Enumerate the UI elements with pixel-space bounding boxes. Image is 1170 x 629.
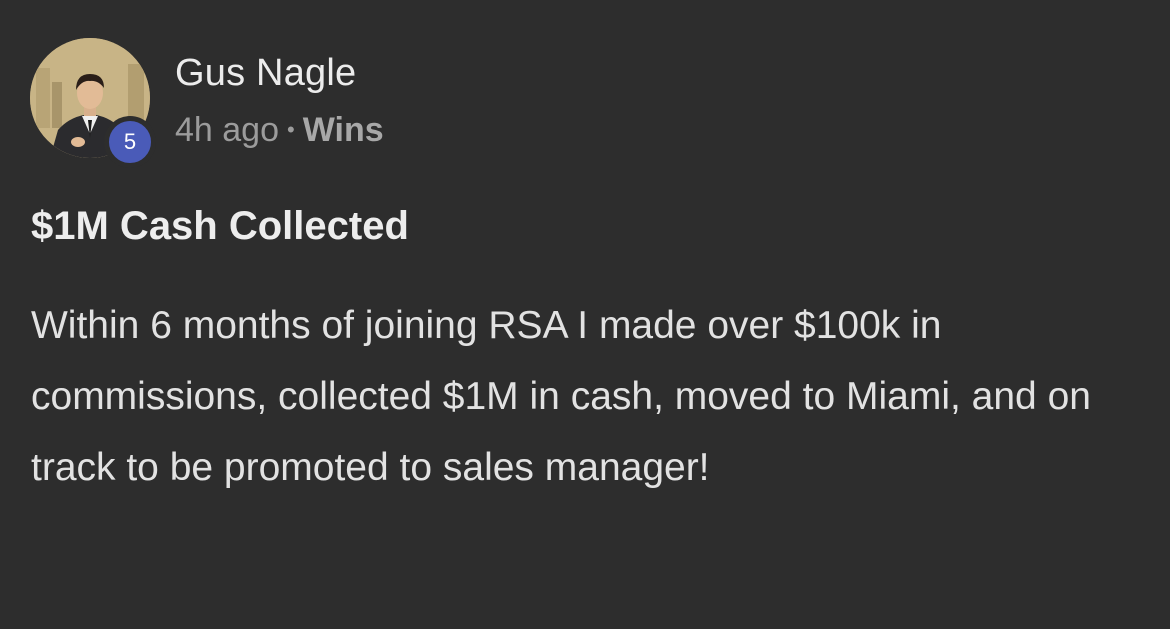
post-header: 5 Gus Nagle 4h ago • Wins	[30, 38, 384, 168]
post-title: $1M Cash Collected	[31, 204, 409, 248]
post-body: Within 6 months of joining RSA I made ov…	[31, 304, 1091, 489]
post-subline: 4h ago • Wins	[175, 110, 384, 150]
post-category[interactable]: Wins	[303, 110, 384, 150]
post-card: 5 Gus Nagle 4h ago • Wins $1M Cash Colle…	[0, 0, 1170, 629]
avatar-container[interactable]: 5	[30, 38, 156, 168]
separator-dot: •	[287, 117, 295, 142]
post-meta: Gus Nagle 4h ago • Wins	[175, 38, 384, 150]
post-time: 4h ago	[175, 111, 279, 149]
author-name[interactable]: Gus Nagle	[175, 50, 384, 96]
level-badge: 5	[104, 116, 156, 168]
